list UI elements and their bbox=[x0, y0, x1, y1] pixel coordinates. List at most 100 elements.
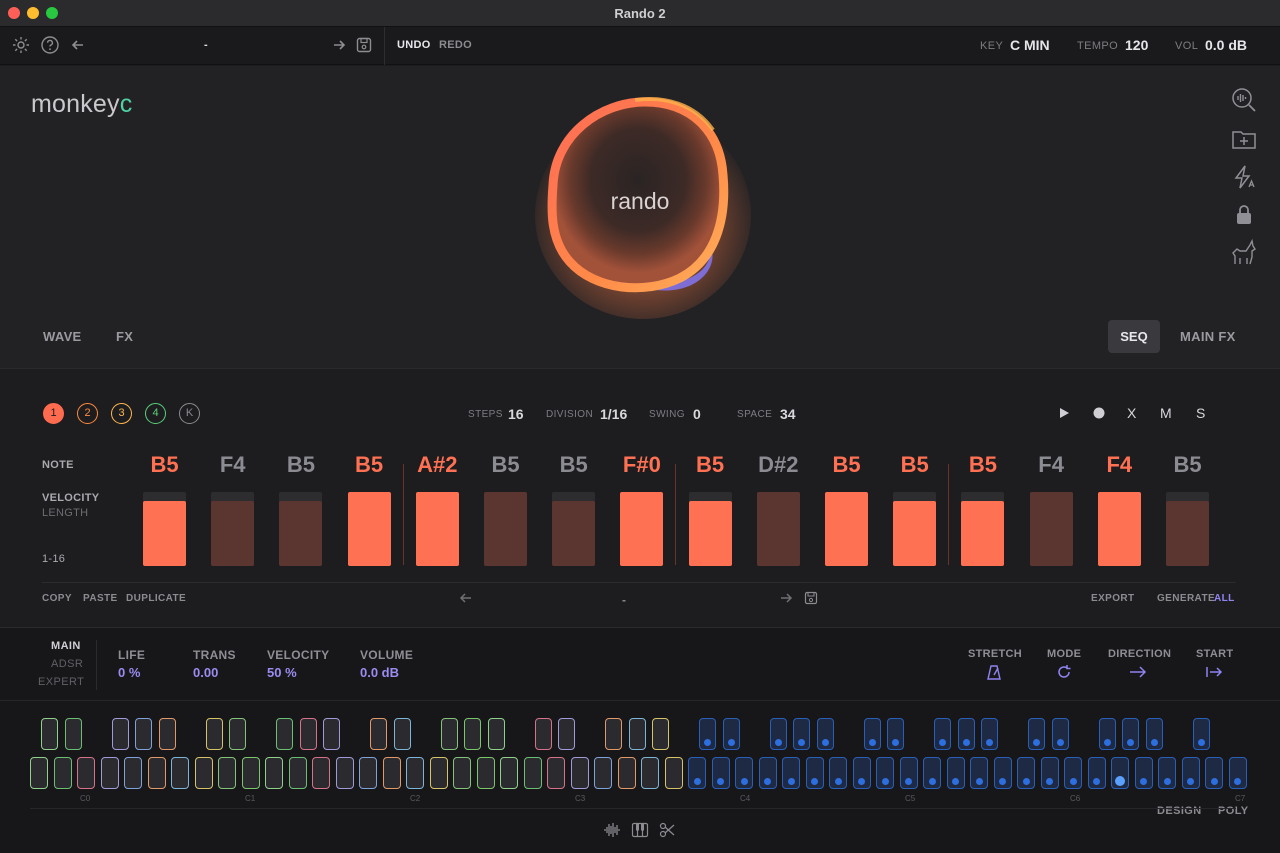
black-key[interactable] bbox=[793, 718, 810, 750]
step-note[interactable]: B5 bbox=[817, 452, 877, 478]
black-key[interactable] bbox=[863, 718, 881, 750]
white-key[interactable] bbox=[335, 757, 354, 789]
design-button[interactable]: DESIGN bbox=[1157, 805, 1202, 817]
duplicate-button[interactable]: DUPLICATE bbox=[126, 593, 186, 604]
tempo-value[interactable]: 120 bbox=[1125, 37, 1148, 53]
white-key[interactable] bbox=[171, 757, 189, 789]
export-button[interactable]: EXPORT bbox=[1091, 593, 1135, 604]
copy-button[interactable]: COPY bbox=[42, 593, 72, 604]
step-velocity-bar[interactable] bbox=[825, 492, 868, 566]
unicorn-icon[interactable] bbox=[1230, 239, 1258, 267]
white-key[interactable] bbox=[617, 757, 636, 789]
black-key[interactable] bbox=[1145, 718, 1163, 750]
black-key[interactable] bbox=[487, 718, 505, 750]
lock-icon[interactable] bbox=[1230, 201, 1258, 229]
step-velocity-bar[interactable] bbox=[893, 501, 937, 566]
pattern-preset-name[interactable]: - bbox=[622, 593, 626, 607]
step-note[interactable]: B5 bbox=[135, 452, 195, 478]
black-key[interactable] bbox=[276, 718, 293, 750]
next-preset-arrow-icon[interactable] bbox=[329, 35, 349, 55]
white-key[interactable] bbox=[805, 757, 824, 789]
generate-scope[interactable]: ALL bbox=[1214, 593, 1235, 604]
piano-icon[interactable] bbox=[631, 822, 649, 838]
white-key[interactable] bbox=[406, 757, 424, 789]
white-key[interactable] bbox=[970, 757, 988, 789]
save-preset-icon[interactable] bbox=[354, 35, 374, 55]
white-key[interactable] bbox=[1064, 757, 1082, 789]
white-key[interactable] bbox=[664, 757, 683, 789]
tab-main-fx[interactable]: MAIN FX bbox=[1180, 329, 1236, 344]
life-value[interactable]: 0 % bbox=[118, 665, 140, 680]
next-pattern-arrow-icon[interactable] bbox=[778, 590, 794, 606]
white-key[interactable] bbox=[946, 757, 965, 789]
black-key[interactable] bbox=[158, 718, 176, 750]
white-key[interactable] bbox=[30, 757, 48, 789]
black-key[interactable] bbox=[299, 718, 317, 750]
step-note[interactable]: F4 bbox=[1089, 452, 1149, 478]
white-key[interactable] bbox=[1205, 757, 1223, 789]
step-velocity-bar[interactable] bbox=[484, 492, 527, 566]
black-key[interactable] bbox=[981, 718, 998, 750]
white-key[interactable] bbox=[500, 757, 518, 789]
black-key[interactable] bbox=[440, 718, 458, 750]
white-key[interactable] bbox=[876, 757, 894, 789]
step-note[interactable]: B5 bbox=[544, 452, 604, 478]
undo-button[interactable]: UNDO bbox=[397, 39, 431, 51]
step-note[interactable]: B5 bbox=[885, 452, 945, 478]
step-velocity-bar[interactable] bbox=[552, 501, 596, 566]
white-key[interactable] bbox=[77, 757, 95, 789]
black-key[interactable] bbox=[699, 718, 716, 750]
white-key[interactable] bbox=[523, 757, 542, 789]
step-velocity-bar[interactable] bbox=[1029, 492, 1073, 566]
white-key[interactable] bbox=[1087, 757, 1106, 789]
mode-main[interactable]: MAIN bbox=[51, 640, 81, 652]
black-key[interactable] bbox=[1122, 718, 1139, 750]
step-note[interactable]: B5 bbox=[271, 452, 331, 478]
poly-button[interactable]: POLY bbox=[1218, 805, 1249, 817]
step-velocity-bar[interactable] bbox=[756, 492, 800, 566]
white-key[interactable] bbox=[852, 757, 871, 789]
step-velocity-bar[interactable] bbox=[211, 501, 255, 566]
step-velocity-bar[interactable] bbox=[279, 501, 323, 566]
white-key[interactable] bbox=[124, 757, 142, 789]
step-note[interactable]: B5 bbox=[476, 452, 536, 478]
white-key[interactable] bbox=[1158, 757, 1176, 789]
step-velocity-bar[interactable] bbox=[415, 492, 459, 566]
step-velocity-bar[interactable] bbox=[1097, 492, 1141, 566]
black-key[interactable] bbox=[957, 718, 975, 750]
black-key[interactable] bbox=[229, 718, 246, 750]
space-value[interactable]: 34 bbox=[780, 406, 796, 422]
white-key[interactable] bbox=[688, 757, 706, 789]
step-note[interactable]: B5 bbox=[1158, 452, 1218, 478]
generate-button[interactable]: GENERATE bbox=[1157, 593, 1215, 604]
step-velocity-bar[interactable] bbox=[1166, 501, 1209, 566]
mute-button[interactable]: M bbox=[1160, 405, 1172, 421]
black-key[interactable] bbox=[1098, 718, 1116, 750]
steps-value[interactable]: 16 bbox=[508, 406, 524, 422]
start-from-beginning-icon[interactable] bbox=[1205, 665, 1223, 679]
white-key[interactable] bbox=[570, 757, 589, 789]
play-icon[interactable] bbox=[1057, 406, 1071, 420]
black-key[interactable] bbox=[1192, 718, 1210, 750]
step-velocity-bar[interactable] bbox=[143, 501, 186, 566]
black-key[interactable] bbox=[464, 718, 481, 750]
black-key[interactable] bbox=[111, 718, 129, 750]
step-note[interactable]: A#2 bbox=[407, 452, 467, 478]
paste-button[interactable]: PASTE bbox=[83, 593, 118, 604]
direction-forward-arrow-icon[interactable] bbox=[1129, 665, 1147, 679]
step-note[interactable]: B5 bbox=[680, 452, 740, 478]
white-key[interactable] bbox=[711, 757, 730, 789]
white-key[interactable] bbox=[1040, 757, 1059, 789]
step-velocity-bar[interactable] bbox=[620, 492, 664, 566]
white-key[interactable] bbox=[1228, 757, 1247, 789]
preset-name[interactable]: - bbox=[204, 39, 208, 51]
key-value[interactable]: C MIN bbox=[1010, 37, 1050, 53]
pattern-button-2[interactable]: 2 bbox=[77, 403, 98, 424]
black-key[interactable] bbox=[370, 718, 387, 750]
white-key[interactable] bbox=[829, 757, 847, 789]
step-note[interactable]: F#0 bbox=[612, 452, 672, 478]
black-key[interactable] bbox=[605, 718, 622, 750]
white-key[interactable] bbox=[429, 757, 448, 789]
row-label-velocity[interactable]: VELOCITY bbox=[42, 492, 99, 504]
swing-value[interactable]: 0 bbox=[693, 406, 701, 422]
